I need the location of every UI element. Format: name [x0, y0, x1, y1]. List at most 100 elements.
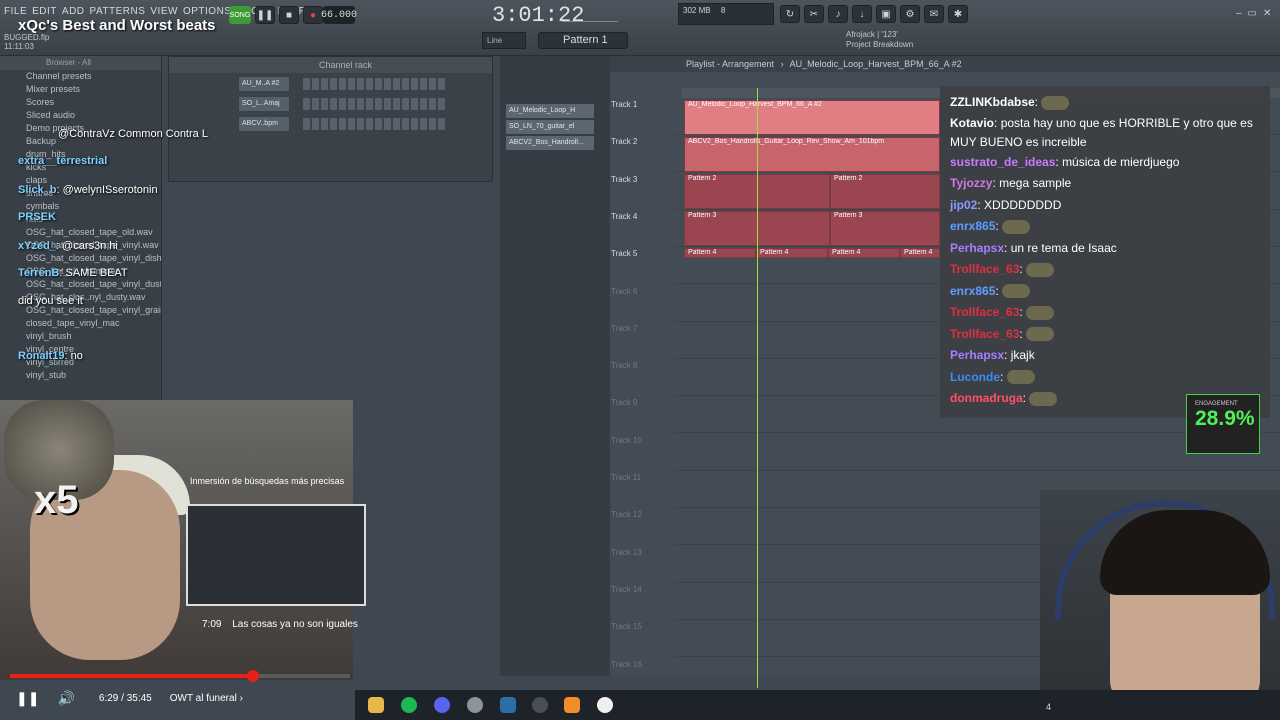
- browser-item[interactable]: vinyl_brush: [0, 330, 161, 343]
- track-label[interactable]: Track 7: [611, 324, 671, 333]
- menu-item[interactable]: EDIT: [32, 6, 57, 17]
- track-label[interactable]: Track 2: [611, 137, 671, 146]
- step-button[interactable]: [438, 97, 445, 110]
- chat-username[interactable]: Tyjozzy: [950, 176, 992, 190]
- playhead[interactable]: [757, 88, 758, 688]
- steam-icon[interactable]: [500, 697, 516, 713]
- refresh-icon[interactable]: ↻: [780, 5, 800, 23]
- pattern-selector[interactable]: Pattern 1: [538, 32, 628, 49]
- step-button[interactable]: [312, 77, 319, 90]
- chat-username[interactable]: ZZLINKbdabse: [950, 95, 1035, 109]
- volume-icon[interactable]: 🔊: [57, 690, 74, 707]
- step-button[interactable]: [420, 117, 427, 130]
- browser-item[interactable]: OSG_hat_closed_tape_old.wav: [0, 226, 161, 239]
- step-button[interactable]: [384, 117, 391, 130]
- browser-item[interactable]: Scores: [0, 96, 161, 109]
- step-button[interactable]: [348, 117, 355, 130]
- step-button[interactable]: [321, 117, 328, 130]
- chat-username[interactable]: Trollface_63: [950, 262, 1019, 276]
- clip-track5-a[interactable]: Pattern 4: [684, 248, 756, 258]
- step-button[interactable]: [429, 97, 436, 110]
- browser-icon[interactable]: [467, 697, 483, 713]
- track-label[interactable]: Track 13: [611, 548, 671, 557]
- browser-item[interactable]: Channel presets: [0, 70, 161, 83]
- spotify-icon[interactable]: [401, 697, 417, 713]
- track-label[interactable]: Track 4: [611, 212, 671, 221]
- snap-select[interactable]: Line: [482, 32, 526, 49]
- clip-track4-b[interactable]: Pattern 3: [830, 211, 940, 246]
- track-label[interactable]: Track 12: [611, 510, 671, 519]
- chat-username[interactable]: Kotavio: [950, 116, 994, 130]
- step-button[interactable]: [321, 77, 328, 90]
- download-icon[interactable]: ↓: [852, 5, 872, 23]
- chat-username[interactable]: sustrato_de_ideas: [950, 155, 1055, 169]
- step-button[interactable]: [330, 77, 337, 90]
- chat-username[interactable]: Trollface_63: [950, 327, 1019, 341]
- tempo-display[interactable]: 66.000: [321, 6, 357, 24]
- track-label[interactable]: Track 11: [611, 473, 671, 482]
- menu-item[interactable]: VIEW: [150, 6, 178, 17]
- song-mode-toggle[interactable]: SONG: [229, 6, 251, 24]
- track-label[interactable]: Track 3: [611, 175, 671, 184]
- fl-studio-icon[interactable]: [564, 697, 580, 713]
- channel-row[interactable]: ABCV..bpm: [169, 114, 492, 133]
- chat-icon[interactable]: ✉: [924, 5, 944, 23]
- picker-item[interactable]: AU_Melodic_Loop_H: [506, 104, 594, 118]
- step-button[interactable]: [339, 77, 346, 90]
- step-button[interactable]: [348, 77, 355, 90]
- discord-icon[interactable]: [434, 697, 450, 713]
- step-button[interactable]: [312, 97, 319, 110]
- chat-username[interactable]: enrx865: [950, 219, 995, 233]
- browser-item[interactable]: closed_tape_vinyl_mac: [0, 317, 161, 330]
- chat-username[interactable]: Trollface_63: [950, 305, 1019, 319]
- step-button[interactable]: [366, 77, 373, 90]
- step-button[interactable]: [411, 77, 418, 90]
- step-button[interactable]: [393, 97, 400, 110]
- chat-username[interactable]: Perhapsx: [950, 348, 1004, 362]
- step-button[interactable]: [303, 77, 310, 90]
- step-button[interactable]: [375, 117, 382, 130]
- step-button[interactable]: [375, 77, 382, 90]
- chat-username[interactable]: jip02: [950, 198, 977, 212]
- clip-track5-d[interactable]: Pattern 4: [900, 248, 940, 258]
- channel-name-button[interactable]: AU_M..A #2: [239, 76, 289, 91]
- step-button[interactable]: [357, 77, 364, 90]
- obs-icon[interactable]: [532, 697, 548, 713]
- step-button[interactable]: [357, 117, 364, 130]
- plugin-icon[interactable]: ⚙: [900, 5, 920, 23]
- step-button[interactable]: [420, 97, 427, 110]
- step-button[interactable]: [375, 97, 382, 110]
- clip-track2[interactable]: ABCV2_Bos_Handrolls_Guitar_Loop_Rev_Show…: [684, 137, 940, 172]
- clip-track5-b[interactable]: Pattern 4: [756, 248, 828, 258]
- step-button[interactable]: [393, 117, 400, 130]
- clip-track3-b[interactable]: Pattern 2: [830, 174, 940, 209]
- step-button[interactable]: [303, 117, 310, 130]
- video-scrubber[interactable]: [247, 670, 259, 682]
- step-button[interactable]: [393, 77, 400, 90]
- step-button[interactable]: [402, 117, 409, 130]
- chat-username[interactable]: enrx865: [950, 284, 995, 298]
- step-button[interactable]: [339, 117, 346, 130]
- browser-item[interactable]: OSG_hat_closed_tape_vinyl_dish: [0, 252, 161, 265]
- pause-icon[interactable]: ❚❚: [16, 690, 39, 707]
- track-label[interactable]: Track 10: [611, 436, 671, 445]
- browser-item[interactable]: Sliced audio: [0, 109, 161, 122]
- track-label[interactable]: Track 1: [611, 100, 671, 109]
- step-button[interactable]: [384, 97, 391, 110]
- step-button[interactable]: [339, 97, 346, 110]
- step-button[interactable]: [330, 97, 337, 110]
- step-button[interactable]: [330, 117, 337, 130]
- menu-item[interactable]: PATTERNS: [90, 6, 146, 17]
- chat-username[interactable]: donmadruga: [950, 391, 1023, 405]
- step-button[interactable]: [438, 117, 445, 130]
- menu-item[interactable]: ADD: [62, 6, 85, 17]
- channel-row[interactable]: SO_L..Amaj: [169, 94, 492, 113]
- step-button[interactable]: [366, 117, 373, 130]
- window-controls[interactable]: ‒▭✕: [1236, 8, 1277, 19]
- chat-username[interactable]: Perhapsx: [950, 241, 1004, 255]
- mic-icon[interactable]: ♪: [828, 5, 848, 23]
- menu-item[interactable]: OPTIONS: [183, 6, 232, 17]
- chat-username[interactable]: Luconde: [950, 370, 1000, 384]
- menu-item[interactable]: FILE: [4, 6, 27, 17]
- track-label[interactable]: Track 16: [611, 660, 671, 669]
